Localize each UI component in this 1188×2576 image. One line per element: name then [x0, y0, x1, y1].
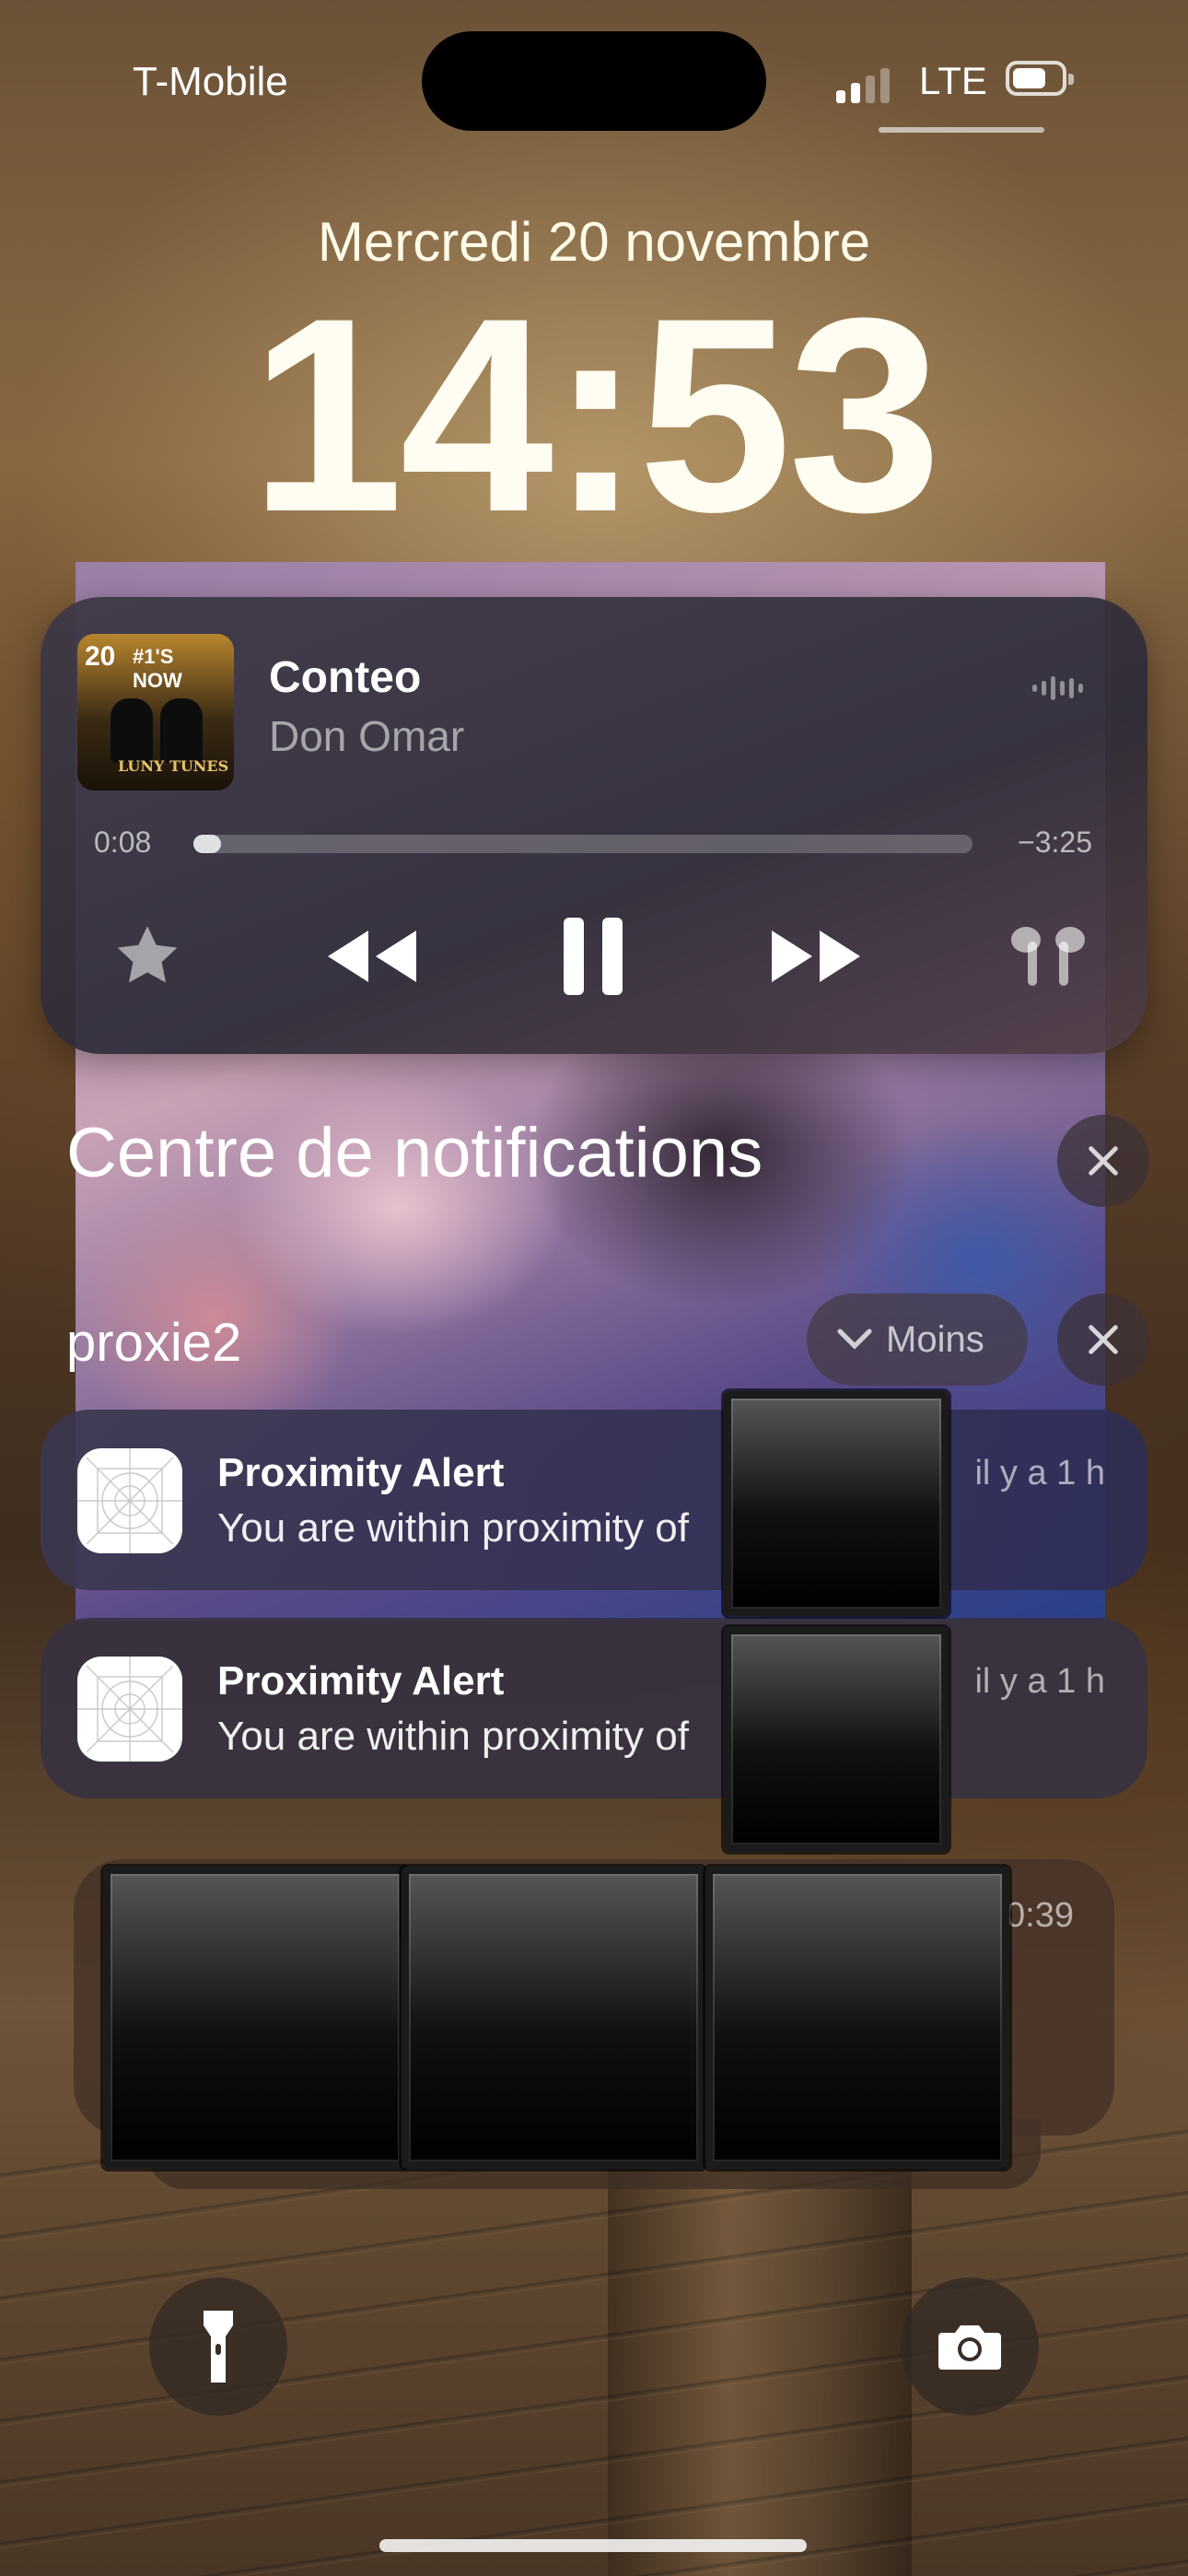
notification-body: You are within proximity of	[217, 1505, 689, 1551]
app-placeholder-icon	[77, 1657, 182, 1762]
close-icon	[1089, 1325, 1118, 1354]
carrier-label: T-Mobile	[133, 59, 288, 104]
favorite-button[interactable]	[92, 901, 203, 1012]
camera-button[interactable]	[901, 2277, 1039, 2416]
star-icon	[117, 926, 178, 983]
redaction-block	[705, 1867, 1009, 2169]
flashlight-icon	[204, 2311, 233, 2383]
close-icon	[1089, 1146, 1118, 1176]
show-less-button[interactable]: Moins	[807, 1294, 1028, 1386]
show-less-label: Moins	[886, 1318, 984, 1360]
redaction-block	[103, 1867, 407, 2169]
song-title: Conteo	[269, 653, 422, 702]
battery-icon	[1006, 61, 1074, 96]
chevron-down-icon	[837, 1329, 872, 1350]
pause-button[interactable]	[529, 901, 658, 1012]
album-art-text-2: #1'S NOW	[133, 645, 182, 692]
notification-body: You are within proximity of	[217, 1714, 689, 1759]
control-center-indicator[interactable]	[879, 127, 1044, 133]
notification-card[interactable]: Proximity Alert You are within proximity…	[41, 1618, 1147, 1798]
notification-time: il y a 1 h	[974, 1454, 1105, 1493]
notification-title: Proximity Alert	[217, 1450, 505, 1495]
redaction-block	[402, 1867, 705, 2169]
notification-card[interactable]: Proximity Alert You are within proximity…	[41, 1410, 1147, 1590]
signal-icon	[836, 68, 890, 103]
flashlight-button[interactable]	[149, 2277, 287, 2416]
airplay-output-button[interactable]	[993, 901, 1103, 1012]
redaction-block	[724, 1391, 949, 1616]
fast-forward-icon	[772, 931, 860, 982]
lock-time: 14:53	[250, 260, 941, 569]
progress-scrubber[interactable]	[193, 835, 973, 853]
album-art-text-1: 20	[85, 641, 116, 672]
clear-all-button[interactable]	[1057, 1115, 1149, 1207]
status-bar: T-Mobile LTE	[0, 0, 1188, 157]
progress-fill	[193, 835, 221, 853]
rewind-button[interactable]	[308, 901, 437, 1012]
audio-waveform-icon[interactable]	[1032, 676, 1083, 700]
network-label: LTE	[919, 59, 987, 102]
rewind-icon	[328, 931, 416, 982]
elapsed-time: 0:08	[94, 825, 152, 859]
artist-name: Don Omar	[269, 712, 465, 760]
fast-forward-button[interactable]	[751, 901, 880, 1012]
now-playing-widget[interactable]: 20 #1'S NOW LUNY TUNES Conteo Don Omar 0…	[41, 597, 1147, 1054]
dynamic-island	[422, 31, 766, 131]
airpods-icon	[1011, 927, 1085, 986]
redaction-block	[724, 1627, 949, 1852]
notification-center-title: Centre de notifications	[66, 1114, 763, 1192]
album-art-text-3: LUNY TUNES	[118, 757, 229, 775]
pause-icon	[564, 918, 623, 995]
album-art[interactable]: 20 #1'S NOW LUNY TUNES	[77, 634, 234, 790]
app-group-name: proxie2	[66, 1313, 242, 1373]
clear-group-button[interactable]	[1057, 1294, 1149, 1386]
camera-icon	[938, 2325, 1001, 2370]
home-indicator[interactable]	[379, 2539, 807, 2552]
notification-time: il y a 1 h	[974, 1662, 1105, 1701]
remaining-time: −3:25	[1018, 825, 1092, 859]
app-placeholder-icon	[77, 1448, 182, 1553]
stack-time: 0:39	[1006, 1896, 1074, 1935]
notification-title: Proximity Alert	[217, 1658, 505, 1704]
